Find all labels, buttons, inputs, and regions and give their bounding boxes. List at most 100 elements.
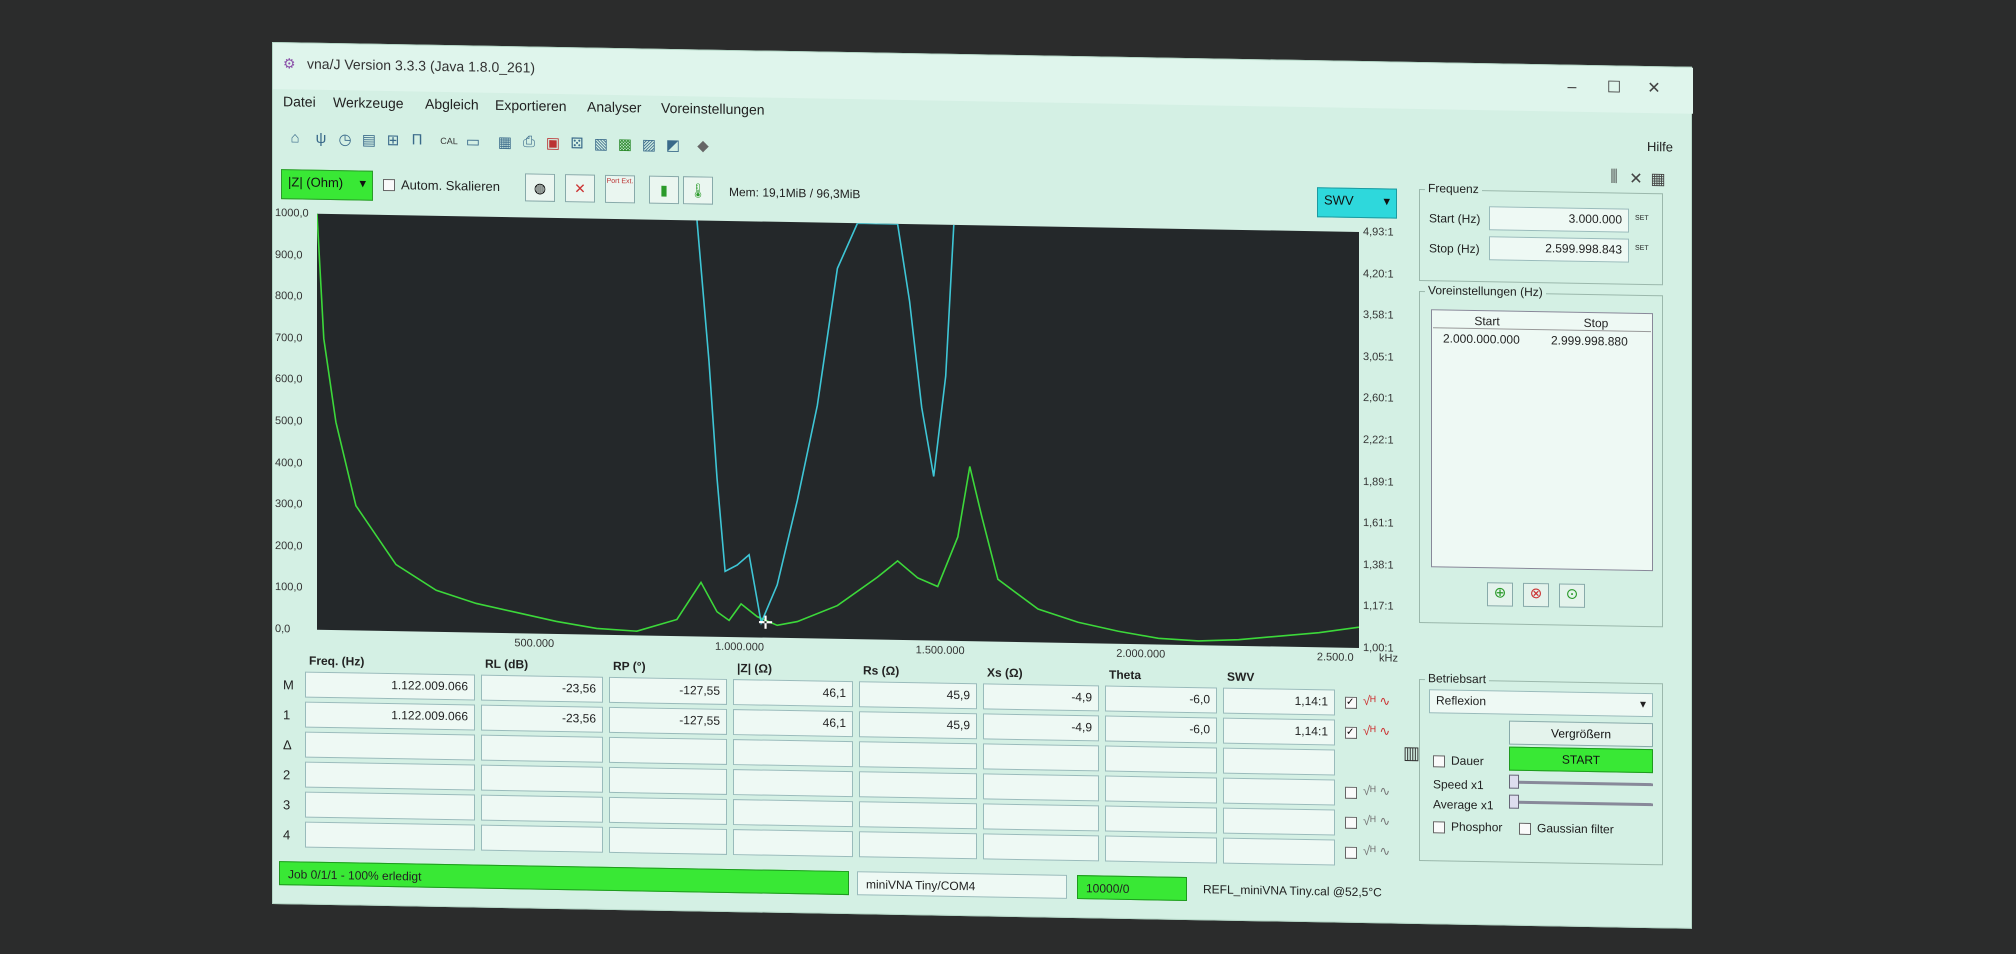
marker-crosshair-icon[interactable]: ✛ <box>758 613 773 633</box>
grid-icon[interactable]: ⊞ <box>383 131 403 151</box>
zoom-button[interactable]: Vergrößern <box>1509 720 1653 748</box>
menu-exportieren[interactable]: Exportieren <box>495 97 567 114</box>
menu-datei[interactable]: Datei <box>283 93 316 110</box>
plot-area[interactable]: ✛ <box>316 213 1360 648</box>
table-cell[interactable] <box>1105 745 1217 774</box>
port-extension-button[interactable]: Port Ext. <box>605 174 635 204</box>
phosphor-checkbox[interactable] <box>1433 821 1445 834</box>
table-cell[interactable] <box>1105 835 1217 864</box>
maximize-button[interactable]: ☐ <box>1599 76 1629 101</box>
table-cell[interactable] <box>609 736 727 765</box>
table-cell[interactable]: -23,56 <box>481 674 603 703</box>
table-cell[interactable]: -23,56 <box>481 704 603 733</box>
table-cell[interactable] <box>481 794 603 823</box>
delete-preset-button[interactable]: ⊗ <box>1523 582 1549 608</box>
thermometer-button[interactable]: 🌡 <box>683 176 713 205</box>
pdf-icon[interactable]: ▣ <box>543 134 563 154</box>
marker-options-icon[interactable]: √ᴴ ∿ <box>1363 813 1390 829</box>
eraser-icon[interactable]: ◆ <box>693 136 713 156</box>
menu-werkzeuge[interactable]: Werkzeuge <box>333 94 404 111</box>
page-icon[interactable]: ▤ <box>359 131 379 151</box>
table-cell[interactable]: -4,9 <box>983 683 1099 712</box>
minimize-button[interactable]: – <box>1557 75 1587 100</box>
excel-icon[interactable]: ▩ <box>615 135 635 155</box>
mode-select[interactable]: Reflexion ▾ <box>1429 689 1653 718</box>
table-cell[interactable]: 1.122.009.066 <box>305 671 475 701</box>
table-cell[interactable]: -6,0 <box>1105 685 1217 714</box>
clear-markers-button[interactable]: ✕ <box>565 174 595 203</box>
table-cell[interactable] <box>983 743 1099 772</box>
table-cell[interactable] <box>305 731 475 761</box>
marker-visible-checkbox[interactable] <box>1345 846 1357 859</box>
add-preset-button[interactable]: ⊕ <box>1487 582 1513 607</box>
table-cell[interactable] <box>1223 807 1335 836</box>
table-cell[interactable] <box>983 803 1099 832</box>
folder-icon[interactable]: ▭ <box>463 132 483 152</box>
set-stop-button[interactable]: SET <box>1635 245 1649 252</box>
table-cell[interactable]: -4,9 <box>983 713 1099 742</box>
marker-visible-checkbox[interactable]: ✓ <box>1345 696 1357 709</box>
antenna-icon[interactable]: ⌂ <box>285 129 305 149</box>
globe-button[interactable]: ◍ <box>525 173 555 202</box>
table-cell[interactable] <box>1223 747 1335 776</box>
table-cell[interactable]: 1,14:1 <box>1223 687 1335 716</box>
menu-hilfe[interactable]: Hilfe <box>1647 139 1673 154</box>
table-cell[interactable]: 45,9 <box>859 681 977 710</box>
start-button[interactable]: START <box>1509 746 1653 774</box>
gaussian-checkbox[interactable] <box>1519 822 1531 835</box>
table-cell[interactable]: 46,1 <box>733 709 853 738</box>
signal-icon[interactable]: ψ <box>311 130 331 150</box>
average-slider-handle[interactable] <box>1509 794 1519 809</box>
table-cell[interactable] <box>859 741 977 770</box>
table-cell[interactable] <box>733 739 853 768</box>
load-preset-button[interactable]: ⊙ <box>1559 583 1585 608</box>
table-cell[interactable] <box>481 734 603 763</box>
table-cell[interactable] <box>733 769 853 798</box>
table-cell[interactable]: 45,9 <box>859 711 977 740</box>
speed-slider-handle[interactable] <box>1509 774 1519 789</box>
table-cell[interactable] <box>305 761 475 791</box>
menu-abgleich[interactable]: Abgleich <box>425 96 479 113</box>
table-cell[interactable] <box>983 773 1099 802</box>
table-cell[interactable]: 1,14:1 <box>1223 717 1335 746</box>
table-cell[interactable]: 46,1 <box>733 679 853 708</box>
stop-frequency-input[interactable]: 2.599.998.843 <box>1489 236 1629 263</box>
close-button[interactable]: ✕ <box>1639 77 1669 102</box>
image-icon[interactable]: ▧ <box>591 135 611 155</box>
tools-icon[interactable]: ✕ <box>1625 169 1647 191</box>
marker-options-icon[interactable]: √ᴴ ∿ <box>1363 783 1390 799</box>
export-icon[interactable]: ▨ <box>639 135 659 155</box>
tuner-icon[interactable]: ⫼ <box>1603 168 1625 190</box>
marker-options-icon[interactable]: √ᴴ ∿ <box>1363 843 1390 859</box>
table-cell[interactable] <box>305 821 475 851</box>
print-icon[interactable]: ⎙ <box>519 133 539 153</box>
table-cell[interactable] <box>859 801 977 830</box>
calculator-icon[interactable]: ▦ <box>1647 169 1669 191</box>
menu-voreinstellungen[interactable]: Voreinstellungen <box>661 100 765 118</box>
table-cell[interactable] <box>305 791 475 821</box>
table-cell[interactable]: -127,55 <box>609 676 727 705</box>
right-scale-dropdown[interactable]: SWV ▾ <box>1317 187 1397 219</box>
menu-analyser[interactable]: Analyser <box>587 98 641 115</box>
marker-visible-checkbox[interactable]: ✓ <box>1345 726 1357 739</box>
preset-row-stop[interactable]: 2.999.998.880 <box>1551 333 1628 348</box>
table-cell[interactable] <box>733 829 853 858</box>
filter-icon[interactable]: Π <box>407 131 427 151</box>
table-cell[interactable] <box>609 796 727 825</box>
chart-icon[interactable]: ◩ <box>663 136 683 156</box>
table-cell[interactable] <box>1105 805 1217 834</box>
table-cell[interactable] <box>609 766 727 795</box>
table-cell[interactable] <box>1223 777 1335 806</box>
marker-options-icon[interactable]: √ᴴ ∿ <box>1363 723 1390 739</box>
preset-row-start[interactable]: 2.000.000.000 <box>1443 331 1520 346</box>
marker-options-icon[interactable]: √ᴴ ∿ <box>1363 693 1390 709</box>
set-start-button[interactable]: SET <box>1635 215 1649 222</box>
marker-visible-checkbox[interactable] <box>1345 816 1357 829</box>
autoscale-checkbox[interactable] <box>383 178 395 192</box>
table-cell[interactable] <box>859 831 977 860</box>
table-cell[interactable] <box>859 771 977 800</box>
table-cell[interactable]: -127,55 <box>609 706 727 735</box>
table-cell[interactable] <box>609 826 727 855</box>
table-cell[interactable] <box>733 799 853 828</box>
table-cell[interactable]: -6,0 <box>1105 715 1217 744</box>
